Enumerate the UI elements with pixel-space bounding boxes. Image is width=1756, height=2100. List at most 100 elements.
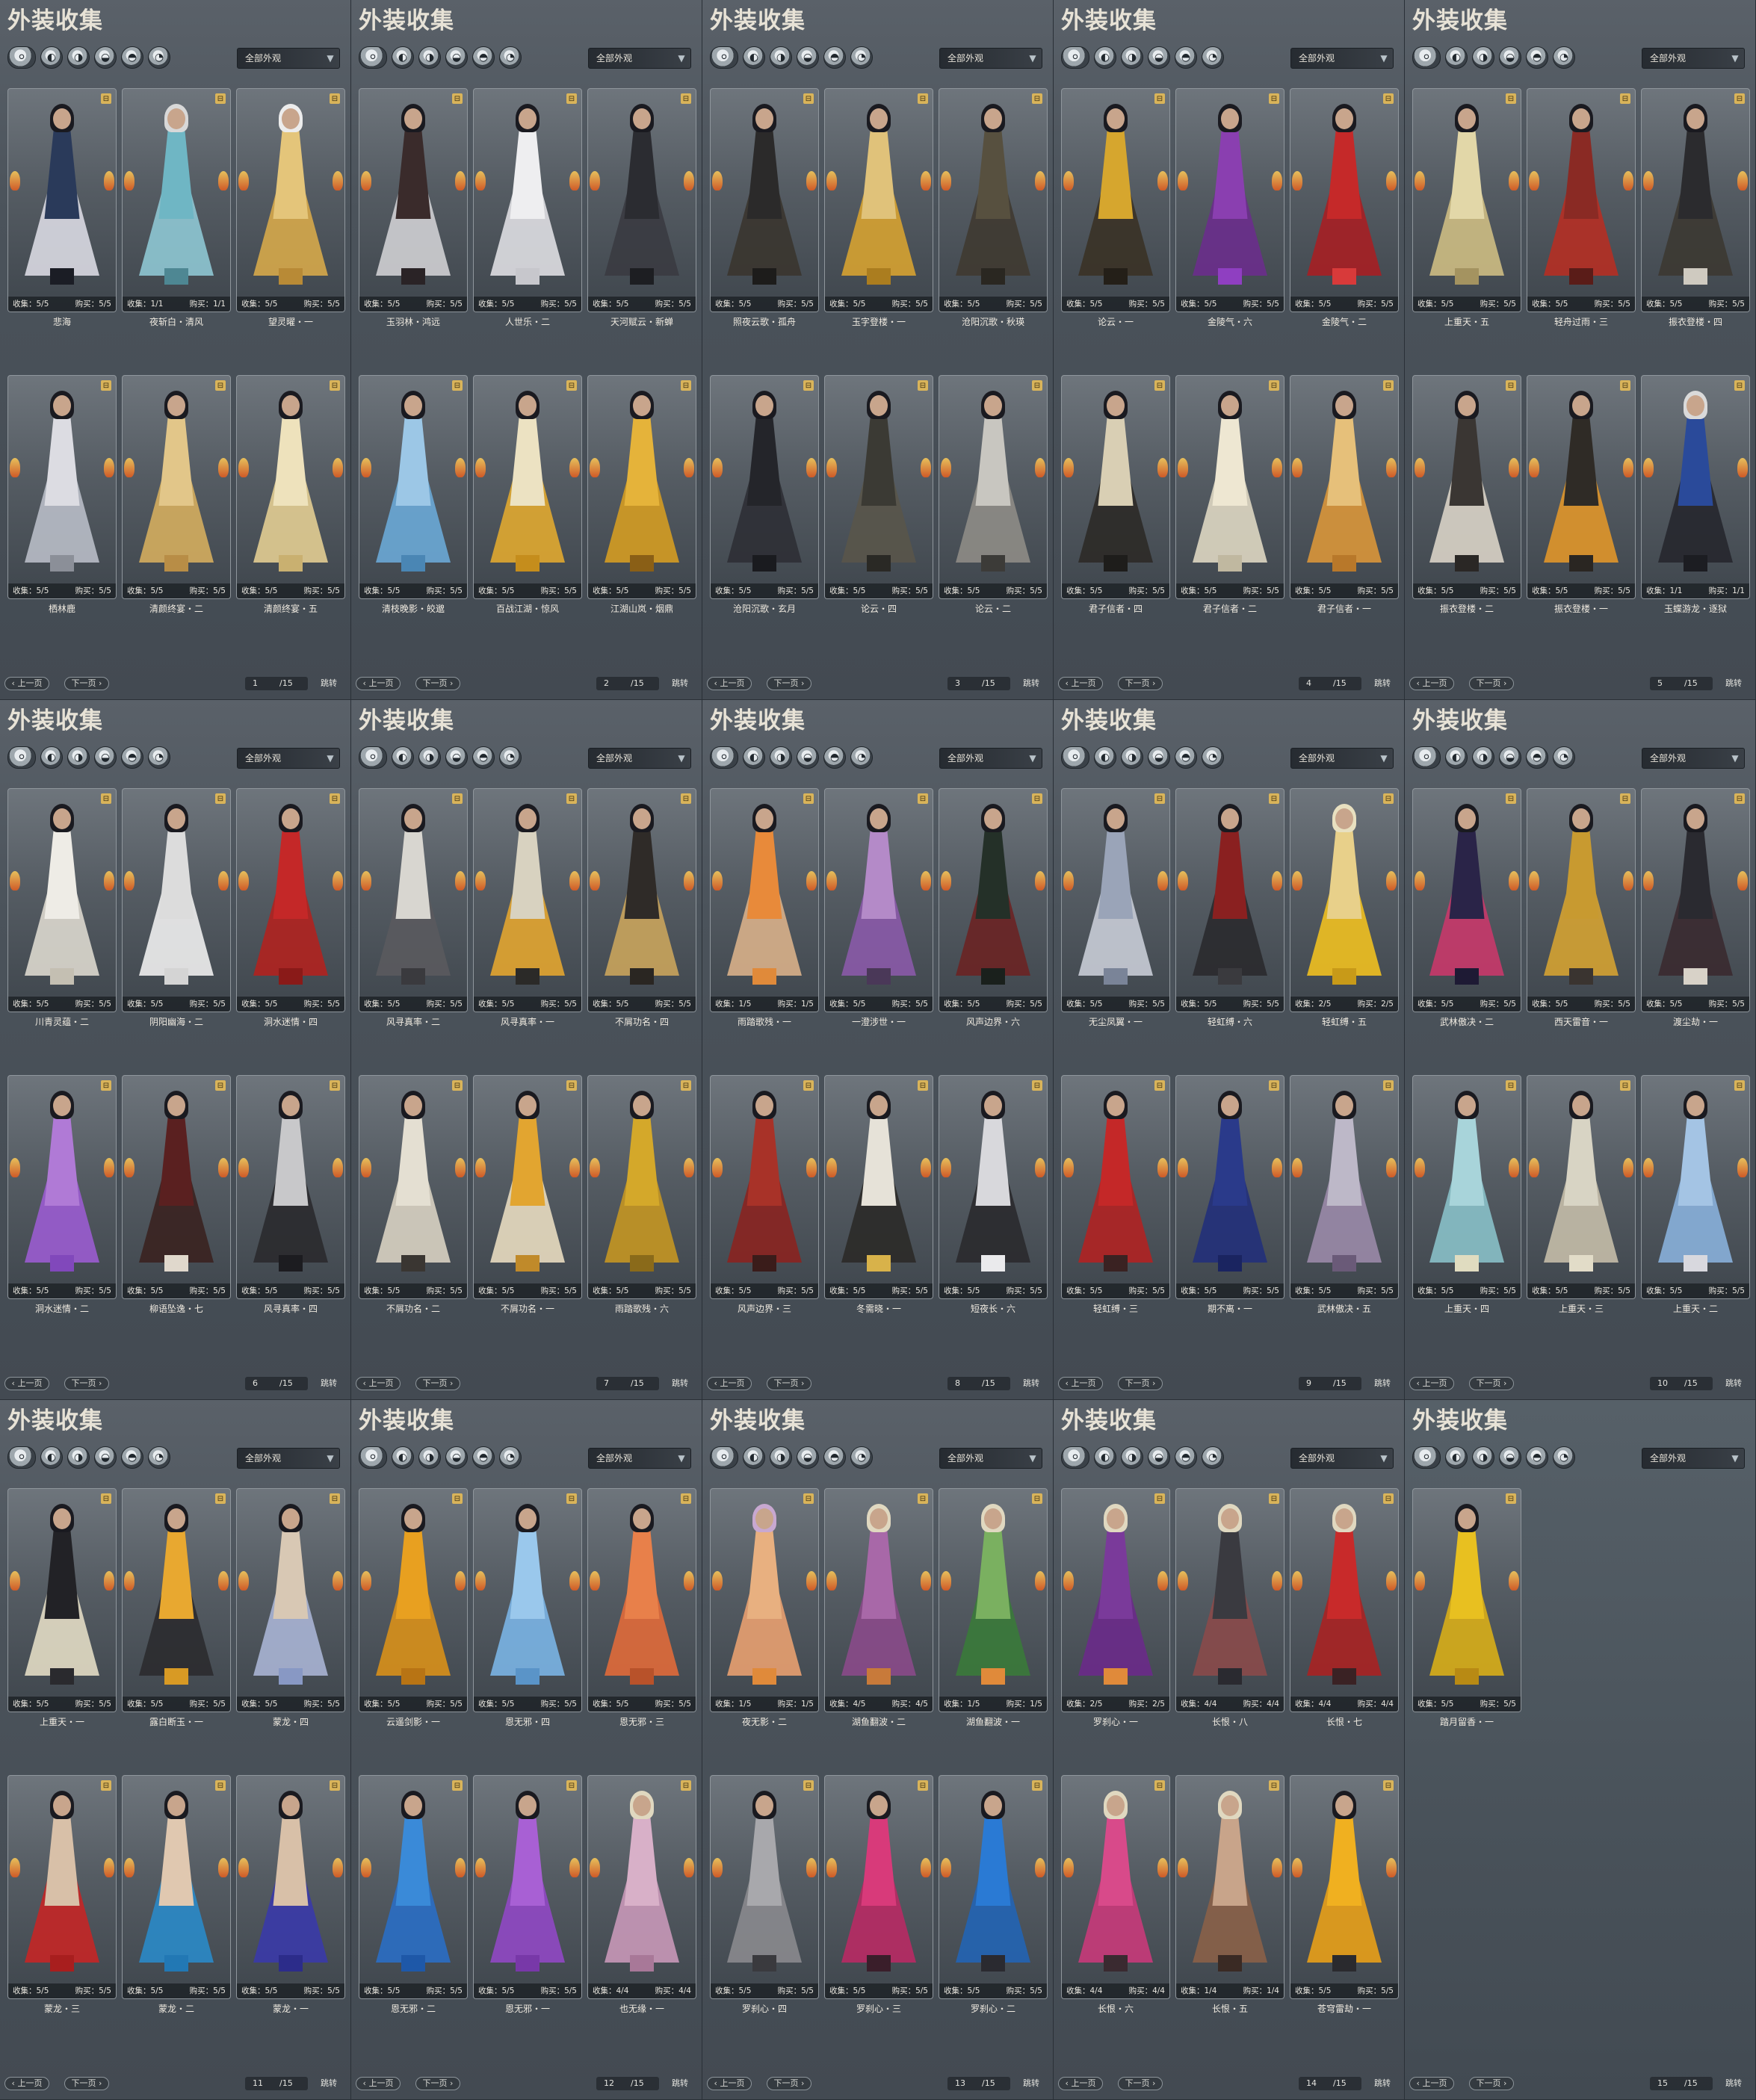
outfit-card[interactable]: ⊟ 收集：1/5 购买：1/5 [710, 788, 819, 1012]
all-outfits-icon[interactable]: ⚪ [1061, 46, 1089, 69]
outfit-card[interactable]: ⊟ 收集：5/5 购买：5/5 [122, 1075, 231, 1299]
top-icon[interactable]: ◐ [40, 746, 63, 769]
wardrobe-lock-icon[interactable]: ⊟ [1506, 1080, 1516, 1091]
next-page-button[interactable]: 下一页 › [767, 2077, 811, 2090]
all-outfits-icon[interactable]: ⚪ [1412, 746, 1441, 769]
wardrobe-lock-icon[interactable]: ⊟ [1154, 1080, 1165, 1091]
outfit-card[interactable]: ⊟ 收集：5/5 购买：5/5 [7, 375, 117, 599]
outfit-card[interactable]: ⊟ 收集：5/5 购买：5/5 [473, 1075, 582, 1299]
outfit-card[interactable]: ⊟ 收集：2/5 购买：2/5 [1290, 788, 1399, 1012]
appearance-filter-dropdown[interactable]: 全部外观 ▼ [1642, 48, 1745, 69]
outfit-card[interactable]: ⊟ 收集：5/5 购买：5/5 [587, 1488, 696, 1712]
appearance-filter-dropdown[interactable]: 全部外观 ▼ [237, 48, 340, 69]
wardrobe-lock-icon[interactable]: ⊟ [101, 380, 111, 391]
top-icon[interactable]: ◐ [1094, 746, 1116, 769]
wardrobe-lock-icon[interactable]: ⊟ [1383, 793, 1394, 804]
wardrobe-lock-icon[interactable]: ⊟ [1154, 93, 1165, 104]
item-icon[interactable]: ◔ [1553, 746, 1575, 769]
appearance-filter-dropdown[interactable]: 全部外观 ▼ [237, 748, 340, 769]
outfit-card[interactable]: ⊟ 收集：5/5 购买：5/5 [1527, 788, 1636, 1012]
outfit-card[interactable]: ⊟ 收集：5/5 购买：5/5 [1412, 88, 1521, 312]
item-icon[interactable]: ◔ [1202, 746, 1224, 769]
wardrobe-lock-icon[interactable]: ⊟ [215, 1493, 226, 1504]
jump-button[interactable]: 跳转 [664, 2077, 696, 2090]
item-icon[interactable]: ◔ [850, 1446, 873, 1469]
appearance-filter-dropdown[interactable]: 全部外观 ▼ [939, 48, 1042, 69]
outfit-card[interactable]: ⊟ 收集：5/5 购买：5/5 [359, 1075, 468, 1299]
appearance-filter-dropdown[interactable]: 全部外观 ▼ [1290, 748, 1394, 769]
page-number-input[interactable]: 10/15 [1650, 1377, 1713, 1390]
outfit-card[interactable]: ⊟ 收集：5/5 购买：5/5 [939, 1075, 1048, 1299]
outfit-card[interactable]: ⊟ 收集：5/5 购买：5/5 [1290, 375, 1399, 599]
wardrobe-lock-icon[interactable]: ⊟ [1269, 1493, 1279, 1504]
top-icon[interactable]: ◐ [743, 46, 765, 69]
wardrobe-lock-icon[interactable]: ⊟ [566, 380, 577, 391]
wardrobe-lock-icon[interactable]: ⊟ [330, 93, 340, 104]
outfit-card[interactable]: ⊟ 收集：5/5 购买：5/5 [1061, 375, 1170, 599]
robe-icon[interactable]: ◑ [770, 1446, 792, 1469]
wardrobe-lock-icon[interactable]: ⊟ [1620, 380, 1630, 391]
wardrobe-lock-icon[interactable]: ⊟ [1383, 1080, 1394, 1091]
prev-page-button[interactable]: ‹ 上一页 [1058, 2077, 1103, 2090]
wardrobe-lock-icon[interactable]: ⊟ [215, 380, 226, 391]
next-page-button[interactable]: 下一页 › [64, 2077, 109, 2090]
page-number-input[interactable]: 8/15 [947, 1377, 1010, 1390]
page-number-input[interactable]: 7/15 [596, 1377, 659, 1390]
jump-button[interactable]: 跳转 [1015, 2077, 1048, 2090]
outfit-card[interactable]: ⊟ 收集：1/1 购买：1/1 [122, 88, 231, 312]
shoes-icon[interactable]: ◓ [121, 1446, 143, 1469]
wardrobe-lock-icon[interactable]: ⊟ [1269, 1080, 1279, 1091]
appearance-filter-dropdown[interactable]: 全部外观 ▼ [588, 1448, 691, 1469]
jump-button[interactable]: 跳转 [1717, 1377, 1750, 1390]
wardrobe-lock-icon[interactable]: ⊟ [1506, 793, 1516, 804]
outfit-card[interactable]: ⊟ 收集：1/5 购买：1/5 [710, 1488, 819, 1712]
shoes-icon[interactable]: ◓ [1175, 1446, 1197, 1469]
appearance-filter-dropdown[interactable]: 全部外观 ▼ [1290, 48, 1394, 69]
prev-page-button[interactable]: ‹ 上一页 [707, 2077, 752, 2090]
outfit-card[interactable]: ⊟ 收集：5/5 购买：5/5 [1175, 1075, 1284, 1299]
outfit-card[interactable]: ⊟ 收集：1/5 购买：1/5 [939, 1488, 1048, 1712]
outfit-card[interactable]: ⊟ 收集：5/5 购买：5/5 [710, 1075, 819, 1299]
wardrobe-lock-icon[interactable]: ⊟ [1506, 1493, 1516, 1504]
top-icon[interactable]: ◐ [1445, 746, 1468, 769]
outfit-card[interactable]: ⊟ 收集：5/5 购买：5/5 [473, 1488, 582, 1712]
item-icon[interactable]: ◔ [850, 746, 873, 769]
accessory-icon[interactable]: ◒ [797, 46, 819, 69]
outfit-card[interactable]: ⊟ 收集：5/5 购买：5/5 [7, 788, 117, 1012]
prev-page-button[interactable]: ‹ 上一页 [707, 1377, 752, 1390]
all-outfits-icon[interactable]: ⚪ [359, 1446, 387, 1469]
wardrobe-lock-icon[interactable]: ⊟ [803, 793, 814, 804]
accessory-icon[interactable]: ◒ [94, 1446, 117, 1469]
outfit-card[interactable]: ⊟ 收集：5/5 购买：5/5 [1290, 1075, 1399, 1299]
wardrobe-lock-icon[interactable]: ⊟ [330, 1493, 340, 1504]
accessory-icon[interactable]: ◒ [1499, 746, 1521, 769]
outfit-card[interactable]: ⊟ 收集：5/5 购买：5/5 [587, 788, 696, 1012]
wardrobe-lock-icon[interactable]: ⊟ [330, 1780, 340, 1791]
next-page-button[interactable]: 下一页 › [1469, 2077, 1514, 2090]
wardrobe-lock-icon[interactable]: ⊟ [681, 1493, 691, 1504]
robe-icon[interactable]: ◑ [418, 46, 441, 69]
wardrobe-lock-icon[interactable]: ⊟ [918, 1493, 928, 1504]
all-outfits-icon[interactable]: ⚪ [710, 46, 738, 69]
wardrobe-lock-icon[interactable]: ⊟ [1032, 93, 1042, 104]
item-icon[interactable]: ◔ [148, 46, 170, 69]
all-outfits-icon[interactable]: ⚪ [710, 746, 738, 769]
appearance-filter-dropdown[interactable]: 全部外观 ▼ [588, 48, 691, 69]
outfit-card[interactable]: ⊟ 收集：4/4 购买：4/4 [1175, 1488, 1284, 1712]
shoes-icon[interactable]: ◓ [823, 46, 846, 69]
page-number-input[interactable]: 6/15 [245, 1377, 308, 1390]
wardrobe-lock-icon[interactable]: ⊟ [1506, 380, 1516, 391]
wardrobe-lock-icon[interactable]: ⊟ [101, 793, 111, 804]
robe-icon[interactable]: ◑ [418, 1446, 441, 1469]
outfit-card[interactable]: ⊟ 收集：5/5 购买：5/5 [1175, 375, 1284, 599]
outfit-card[interactable]: ⊟ 收集：5/5 购买：5/5 [939, 1775, 1048, 1999]
all-outfits-icon[interactable]: ⚪ [7, 746, 36, 769]
all-outfits-icon[interactable]: ⚪ [1061, 746, 1089, 769]
outfit-card[interactable]: ⊟ 收集：5/5 购买：5/5 [236, 1488, 345, 1712]
wardrobe-lock-icon[interactable]: ⊟ [101, 1780, 111, 1791]
wardrobe-lock-icon[interactable]: ⊟ [1734, 93, 1745, 104]
accessory-icon[interactable]: ◒ [797, 746, 819, 769]
outfit-card[interactable]: ⊟ 收集：5/5 购买：5/5 [587, 88, 696, 312]
next-page-button[interactable]: 下一页 › [64, 1377, 109, 1390]
item-icon[interactable]: ◔ [499, 46, 522, 69]
